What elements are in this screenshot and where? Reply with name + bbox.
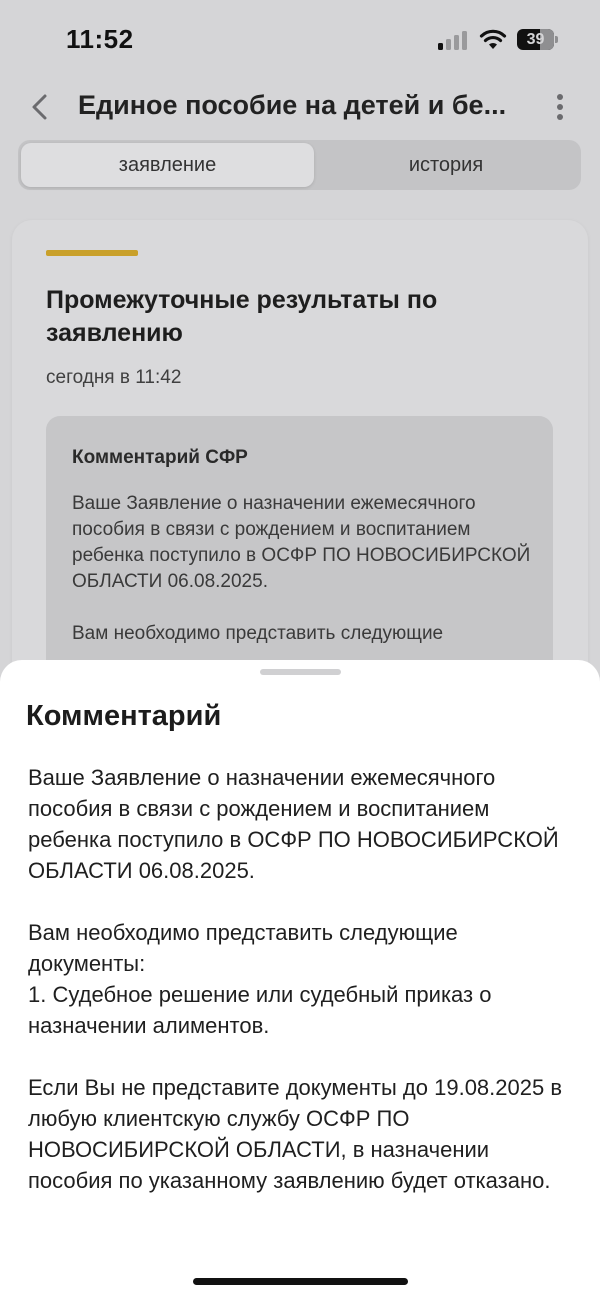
card-title: Промежуточные результаты по заявлению (46, 286, 438, 347)
page-title: Единое пособие на детей и бе... (78, 90, 507, 120)
comment-box-paragraph: Вам необходимо представить следующие (72, 623, 444, 644)
battery-icon: 39 (517, 29, 559, 50)
sheet-text: Ваше Заявление о назначении ежемесячного… (28, 762, 576, 1227)
comment-box-title: Комментарий СФР (72, 447, 248, 468)
card-accent-bar (46, 250, 138, 256)
sheet-drag-handle[interactable] (260, 669, 341, 675)
home-indicator[interactable] (193, 1278, 408, 1285)
sheet-paragraph: Ваше Заявление о назначении ежемесячного… (28, 765, 559, 883)
nav-header: Единое пособие на детей и бе... (0, 82, 600, 132)
tab-history[interactable]: история (314, 143, 578, 187)
wifi-icon (479, 29, 507, 49)
status-time: 11:52 (66, 24, 134, 54)
sheet-paragraph: Если Вы не представите документы до 19.0… (28, 1075, 563, 1193)
card-date: сегодня в 11:42 (46, 367, 182, 388)
comment-box-paragraph: Ваше Заявление о назначении ежемесячного… (72, 493, 531, 592)
tab-application[interactable]: заявление (21, 143, 314, 187)
comment-box-text: Ваше Заявление о назначении ежемесячного… (72, 491, 532, 673)
battery-level: 39 (526, 31, 545, 48)
chevron-left-icon[interactable] (28, 92, 52, 122)
comment-bottom-sheet: Комментарий Ваше Заявление о назначении … (0, 660, 600, 1297)
sheet-paragraph: Вам необходимо представить следующие док… (28, 920, 492, 1038)
more-vertical-icon[interactable] (548, 92, 572, 122)
signal-icon (438, 30, 468, 50)
sheet-title: Комментарий (26, 700, 222, 732)
tab-switcher: заявление история (18, 140, 581, 190)
status-bar: 11:52 39 (0, 0, 600, 80)
